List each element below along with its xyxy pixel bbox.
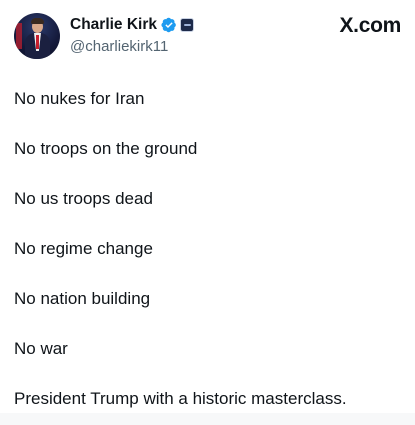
brand-logo: X.com [339,14,401,37]
author-display-name[interactable]: Charlie Kirk [70,16,157,34]
author-name-row: Charlie Kirk [70,15,195,35]
avatar-figure-tie [36,35,39,49]
tweet-line: No regime change [14,239,153,258]
tweet-line: President Trump with a historic mastercl… [14,389,347,408]
avatar-background-detail [16,23,22,49]
verified-badge-icon [161,17,176,33]
tweet-line: No war [14,339,68,358]
avatar-figure-hair [31,18,44,24]
affiliate-badge-icon [180,18,195,32]
tweet-line: No us troops dead [14,189,153,208]
avatar[interactable] [14,13,60,59]
author-handle[interactable]: @charliekirk11 [70,38,168,55]
bottom-divider [0,413,415,425]
tweet-header: Charlie Kirk @charliekirk11 [14,12,394,62]
tweet-line: No troops on the ground [14,139,198,158]
tweet-text: No nukes for Iran No troops on the groun… [14,88,404,410]
tweet-line: No nation building [14,289,151,308]
tweet-line: No nukes for Iran [14,89,145,108]
